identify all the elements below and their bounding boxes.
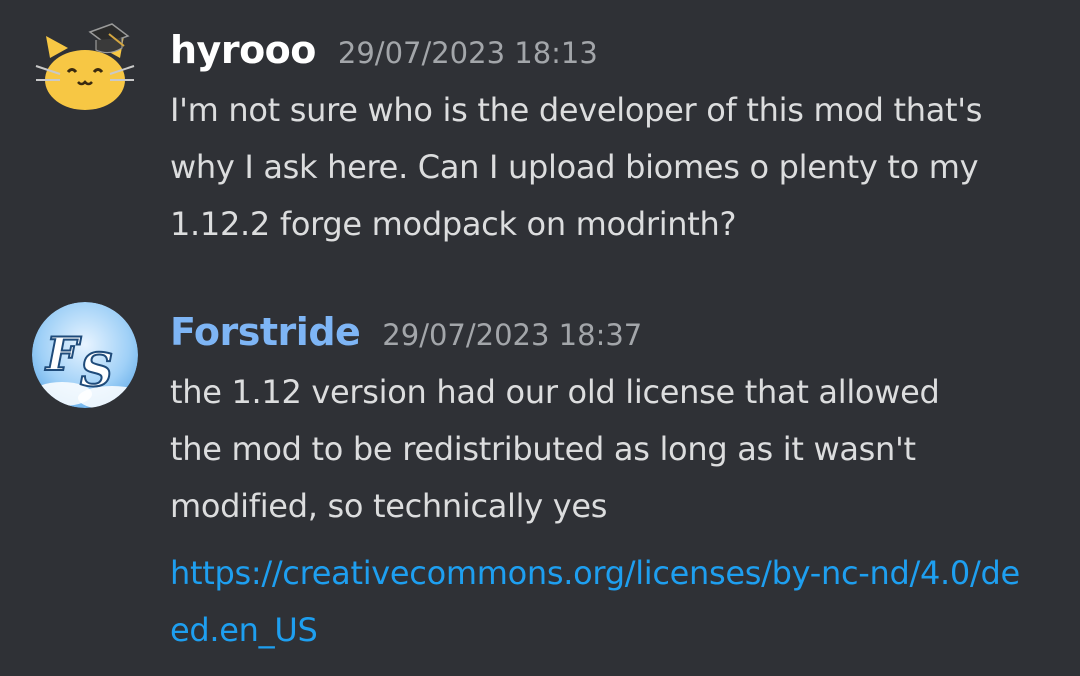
message-header: Forstride 29/07/2023 18:37 (170, 310, 642, 354)
user-avatar-forstride[interactable]: F S (32, 302, 138, 408)
svg-text:S: S (80, 343, 113, 397)
message-text: I'm not sure who is the developer of thi… (170, 91, 983, 243)
license-link[interactable]: https://creativecommons.org/licenses/by-… (170, 545, 1030, 659)
cat-graduation-cap-icon (35, 23, 135, 110)
message-text: the 1.12 version had our old license tha… (170, 373, 940, 525)
timestamp: 29/07/2023 18:13 (337, 36, 598, 70)
username[interactable]: hyrooo (170, 28, 316, 72)
fs-monogram-icon: F S (32, 302, 138, 408)
username[interactable]: Forstride (170, 310, 361, 354)
timestamp: 29/07/2023 18:37 (382, 318, 643, 352)
user-avatar-hyrooo[interactable] (32, 18, 138, 124)
svg-text:F: F (44, 327, 82, 381)
message-header: hyrooo 29/07/2023 18:13 (170, 28, 598, 72)
